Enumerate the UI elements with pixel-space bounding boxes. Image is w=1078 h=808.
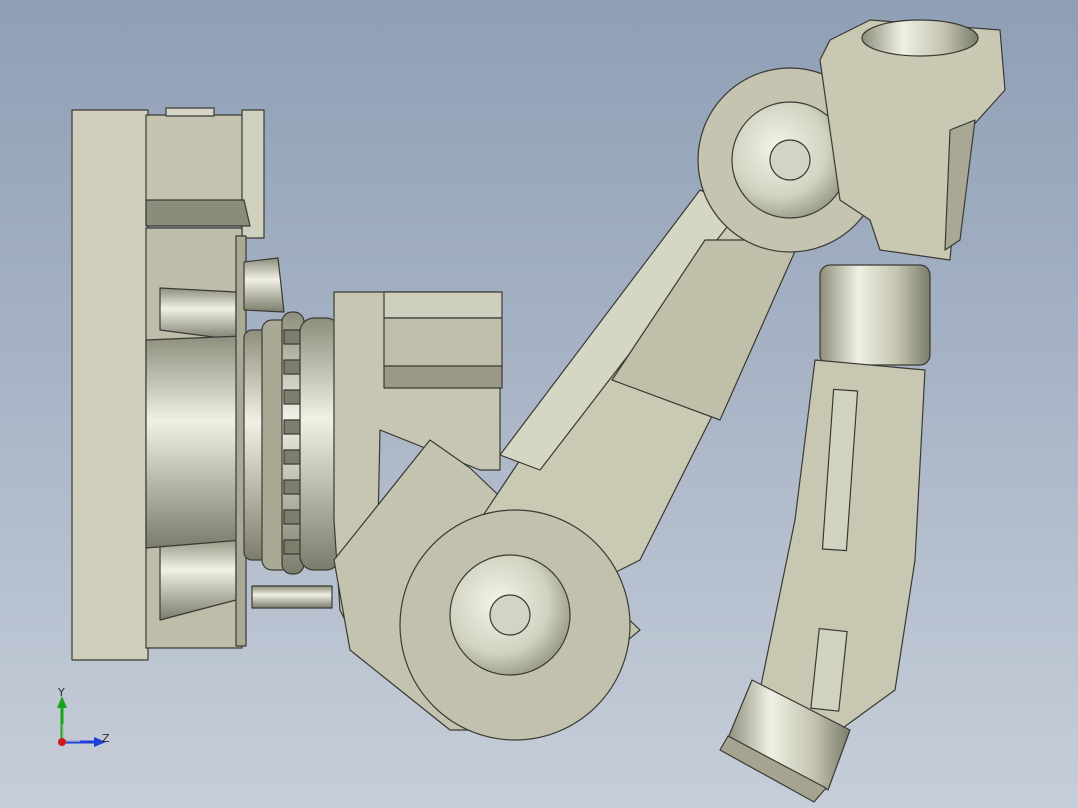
z-axis-label: Z	[102, 732, 110, 745]
robot-arm-model[interactable]	[0, 0, 1078, 808]
orientation-triad: Y Z	[57, 686, 110, 747]
forearm-tube	[819, 264, 931, 366]
cad-viewport[interactable]: Y Z	[0, 0, 1078, 808]
origin-icon	[58, 738, 66, 746]
base-plate	[71, 109, 149, 661]
y-axis-label: Y	[57, 686, 65, 699]
